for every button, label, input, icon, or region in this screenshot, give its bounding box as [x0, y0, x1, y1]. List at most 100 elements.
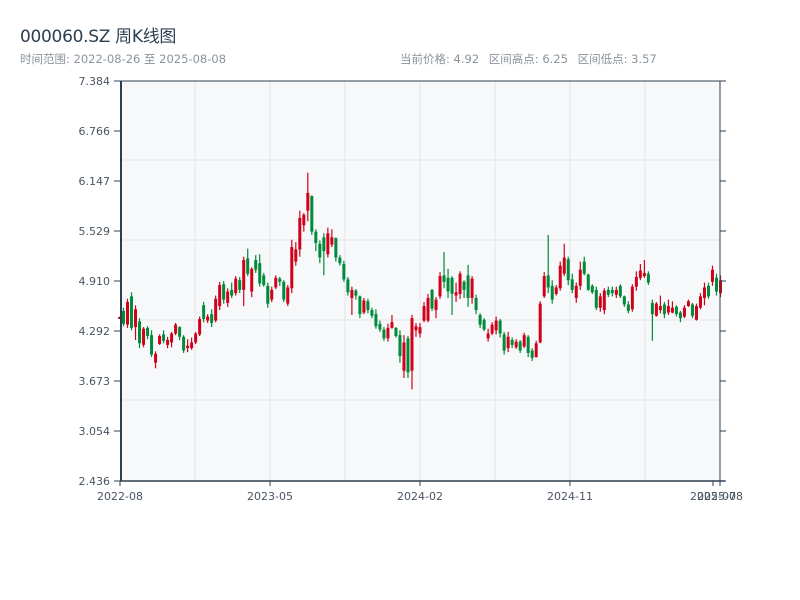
x-tick-label: 2025-08: [697, 490, 743, 503]
candle-body: [518, 341, 522, 351]
candle-body: [610, 289, 614, 294]
candle-body: [202, 305, 206, 319]
candle-body: [698, 296, 702, 308]
candle-up: [142, 327, 146, 348]
candle-up: [234, 276, 238, 296]
candle-body: [514, 341, 518, 348]
candle-body: [422, 306, 426, 321]
candle-body: [430, 289, 434, 309]
candle-body: [186, 345, 190, 349]
candle-up: [534, 340, 538, 358]
x-tick-label: 2022-08: [97, 490, 143, 503]
candle-body: [538, 303, 542, 343]
y-tick-label: 3.673: [79, 375, 111, 388]
y-tick-label: 7.384: [79, 75, 111, 88]
candle-body: [474, 297, 478, 311]
candle-up: [126, 298, 130, 328]
candle-up: [214, 295, 218, 323]
candle-body: [578, 269, 582, 286]
candle-down: [406, 335, 410, 379]
candle-up: [286, 285, 290, 307]
candle-body: [678, 312, 682, 319]
candle-body: [214, 298, 218, 321]
candle-body: [206, 316, 210, 321]
candle-body: [126, 302, 130, 325]
candle-down: [618, 284, 622, 298]
candle-up: [174, 323, 178, 336]
candle-body: [194, 333, 198, 343]
candle-up: [426, 293, 430, 323]
candle-body: [394, 327, 398, 336]
x-tick-label: 2023-05: [247, 490, 293, 503]
candle-up: [194, 331, 198, 345]
candle-body: [562, 257, 566, 274]
candle-body: [606, 289, 610, 295]
candle-body: [454, 292, 458, 296]
candle-body: [302, 214, 306, 226]
candle-body: [178, 327, 182, 337]
candle-body: [602, 290, 606, 311]
candle-body: [542, 276, 546, 297]
candle-body: [282, 281, 286, 300]
candle-body: [398, 335, 402, 357]
candlestick-chart: 7.384 6.766 6.147 5.529 4.910 4.292 3.67…: [79, 75, 743, 503]
y-axis: 7.384 6.766 6.147 5.529 4.910 4.292 3.67…: [79, 75, 111, 488]
candle-up: [558, 261, 562, 291]
y-tick-label: 3.054: [79, 425, 111, 438]
candle-down: [182, 335, 186, 353]
candle-body: [406, 338, 410, 373]
candle-body: [714, 277, 718, 292]
candle-body: [626, 304, 630, 311]
candle-up: [654, 302, 658, 317]
candle-body: [466, 275, 470, 298]
candle-body: [246, 258, 250, 274]
candle-body: [306, 192, 310, 211]
candle-down: [482, 318, 486, 332]
candle-body: [470, 278, 474, 298]
candle-body: [150, 335, 154, 355]
candle-body: [418, 327, 422, 334]
candle-body: [182, 336, 186, 351]
candle-up: [198, 316, 202, 336]
candle-body: [362, 300, 366, 313]
candle-body: [658, 306, 662, 311]
candle-body: [226, 291, 230, 303]
candle-body: [670, 307, 674, 313]
candle-body: [638, 270, 642, 278]
candle-body: [546, 275, 550, 288]
candle-body: [410, 318, 414, 371]
candle-body: [270, 289, 274, 300]
candle-body: [614, 289, 618, 295]
candle-body: [438, 276, 442, 297]
candle-body: [242, 259, 246, 290]
candle-body: [526, 336, 530, 353]
y-tick-label: 4.910: [79, 275, 111, 288]
candle-body: [618, 285, 622, 297]
candle-body: [358, 296, 362, 315]
candle-body: [258, 263, 262, 284]
candle-body: [170, 333, 174, 343]
candle-body: [682, 307, 686, 317]
candle-body: [326, 233, 330, 255]
candle-body: [382, 329, 386, 339]
candle-body: [502, 334, 506, 351]
candle-body: [314, 231, 318, 244]
candle-body: [174, 324, 178, 334]
candle-body: [666, 306, 670, 313]
candle-body: [266, 285, 270, 304]
candle-body: [478, 314, 482, 325]
candle-body: [586, 274, 590, 290]
y-tick-label: 5.529: [79, 225, 111, 238]
candle-body: [198, 318, 202, 335]
candle-body: [330, 237, 334, 245]
candle-body: [570, 279, 574, 290]
candle-body: [646, 273, 650, 283]
candle-body: [686, 301, 690, 307]
candle-up: [290, 239, 294, 294]
candle-down: [430, 289, 434, 311]
candle-body: [374, 314, 378, 327]
candle-body: [582, 261, 586, 274]
candle-body: [122, 310, 126, 324]
candle-body: [694, 306, 698, 320]
candle-body: [254, 259, 258, 270]
